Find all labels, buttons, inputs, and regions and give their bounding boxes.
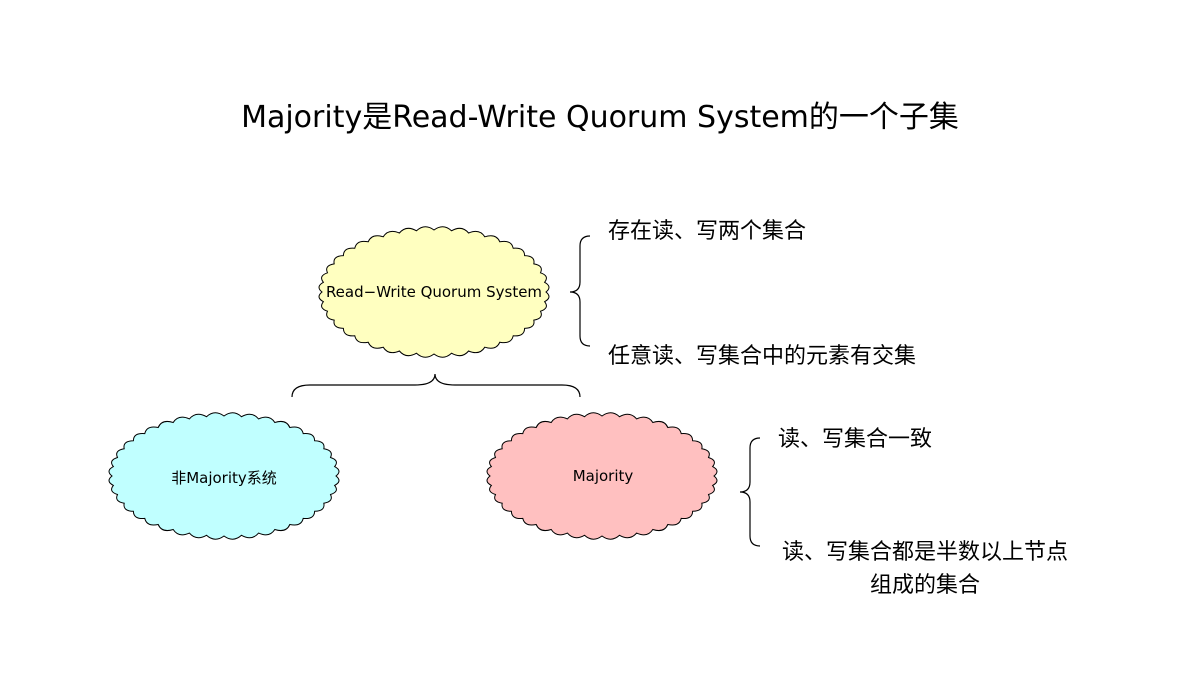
majority-properties-brace (739, 437, 761, 547)
majority-label: Majority (572, 467, 634, 485)
rw-property-2: 任意读、写集合中的元素有交集 (608, 344, 917, 369)
diagram-title: Majority是Read-Write Quorum System的一个子集 (241, 100, 959, 135)
rw-quorum-label: Read−Write Quorum System (325, 283, 543, 301)
majority-property-2: 读、写集合都是半数以上节点 (781, 540, 1068, 565)
subset-brace (291, 373, 581, 398)
non-majority-label: 非Majority系统 (171, 469, 277, 487)
majority-property-3: 组成的集合 (869, 573, 980, 598)
rw-properties-brace (569, 235, 591, 347)
rw-property-1: 存在读、写两个集合 (608, 219, 807, 244)
majority-property-1: 读、写集合一致 (778, 427, 933, 452)
